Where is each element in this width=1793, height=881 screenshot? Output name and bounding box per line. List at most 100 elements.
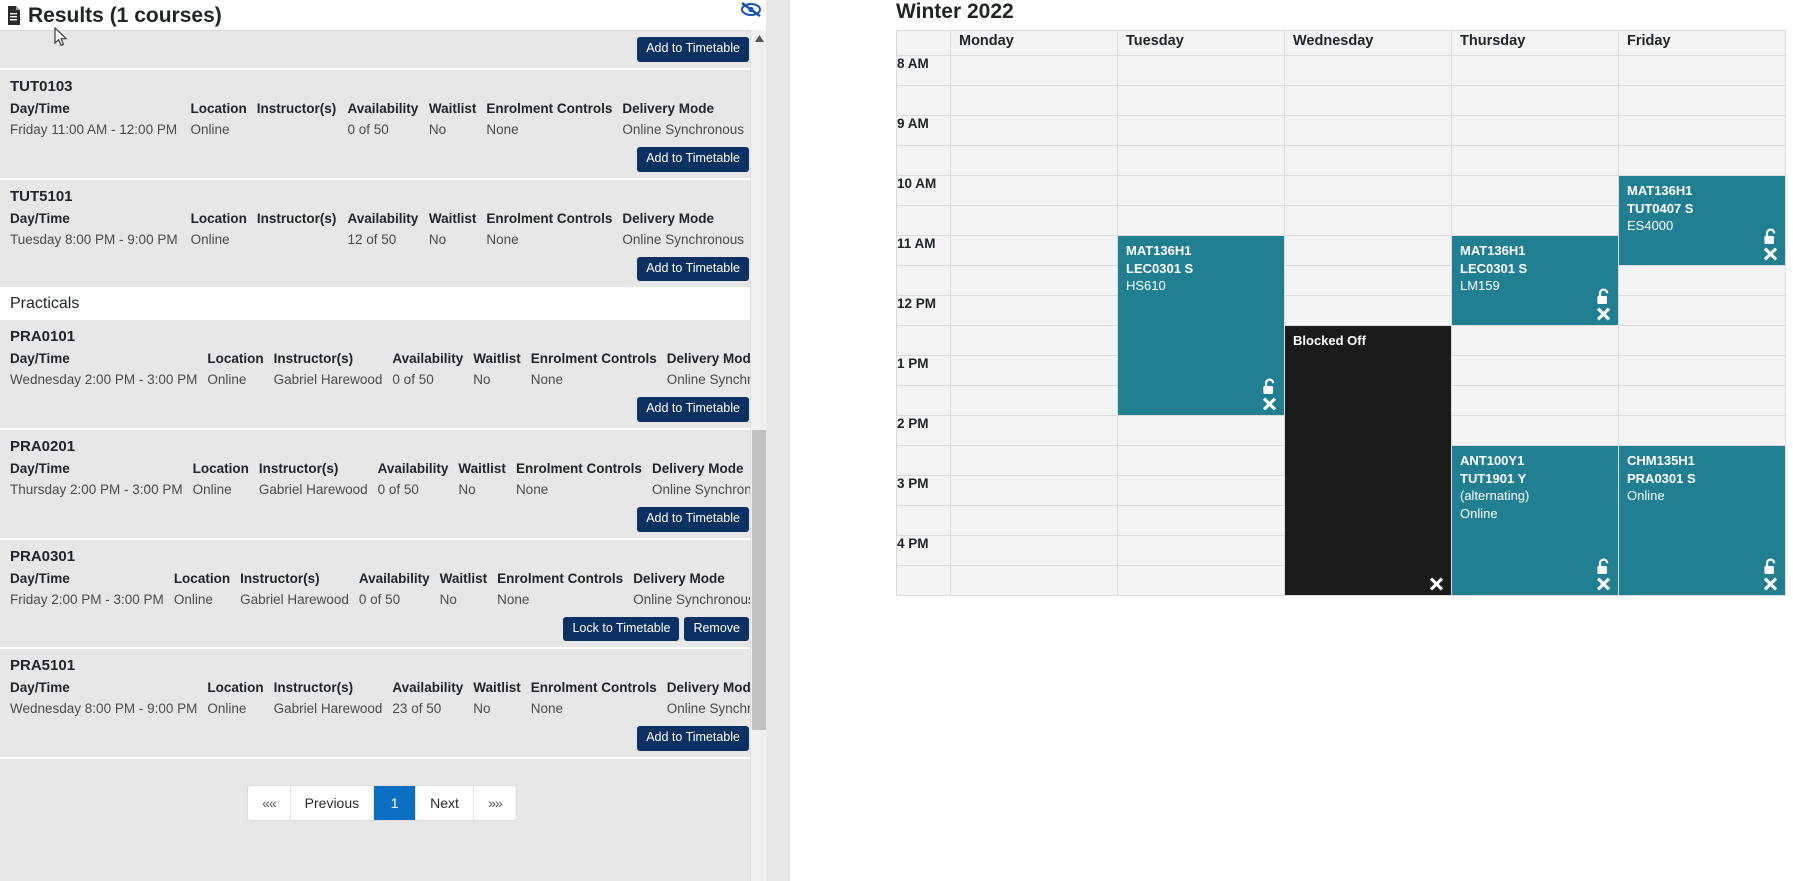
timetable-cell-friday[interactable]: [1618, 55, 1786, 87]
timetable-event[interactable]: MAT136H1 TUT0407 S ES4000: [1619, 176, 1785, 266]
remove-x-icon[interactable]: [1762, 246, 1779, 262]
timetable-cell-monday[interactable]: [950, 355, 1118, 387]
pagination-first[interactable]: ««: [248, 786, 291, 821]
timetable-cell-monday[interactable]: [950, 535, 1118, 567]
timetable-cell-tuesday[interactable]: [1117, 445, 1285, 477]
remove-x-icon[interactable]: [1595, 576, 1612, 592]
add-to-timetable-button[interactable]: Add to Timetable: [637, 506, 749, 532]
timetable-cell-friday[interactable]: [1618, 115, 1786, 147]
scroll-up-arrow-icon[interactable]: [751, 30, 767, 47]
timetable-cell-monday[interactable]: [950, 505, 1118, 537]
timetable-cell-thursday[interactable]: ANT100Y1 TUT1901 Y (alternating) Online: [1451, 445, 1619, 597]
timetable-cell-monday[interactable]: [950, 385, 1118, 417]
remove-x-icon[interactable]: [1762, 576, 1779, 592]
pagination-previous[interactable]: Previous: [290, 786, 375, 821]
timetable-cell-monday[interactable]: [950, 175, 1118, 207]
timetable-cell-tuesday[interactable]: [1117, 415, 1285, 447]
timetable-cell-wednesday[interactable]: [1284, 265, 1452, 297]
timetable-cell-thursday[interactable]: [1451, 145, 1619, 177]
pagination-page-1[interactable]: 1: [374, 786, 417, 821]
timetable-cell-friday[interactable]: MAT136H1 TUT0407 S ES4000: [1618, 175, 1786, 267]
timetable-cell-tuesday[interactable]: MAT136H1 LEC0301 S HS610: [1117, 235, 1285, 417]
add-to-timetable-button[interactable]: Add to Timetable: [637, 146, 749, 172]
remove-button[interactable]: Remove: [684, 616, 749, 642]
timetable-cell-wednesday[interactable]: [1284, 205, 1452, 237]
timetable-cell-thursday[interactable]: [1451, 415, 1619, 447]
timetable-cell-monday[interactable]: [950, 115, 1118, 147]
lock-to-timetable-button[interactable]: Lock to Timetable: [563, 616, 680, 642]
timetable-cell-thursday[interactable]: [1451, 85, 1619, 117]
timetable-cell-monday[interactable]: [950, 145, 1118, 177]
timetable-cell-wednesday[interactable]: Blocked Off: [1284, 325, 1452, 597]
timetable-cell-monday[interactable]: [950, 55, 1118, 87]
remove-x-icon[interactable]: [1428, 576, 1445, 592]
timetable-cell-wednesday[interactable]: [1284, 55, 1452, 87]
timetable-cell-monday[interactable]: [950, 85, 1118, 117]
pagination-next[interactable]: Next: [416, 786, 474, 821]
timetable-cell-friday[interactable]: [1618, 355, 1786, 387]
results-scrollbar[interactable]: [750, 30, 767, 881]
timetable-cell-wednesday[interactable]: [1284, 235, 1452, 267]
results-scroll-region[interactable]: Add to Timetable TUT0103 Day/Time Location I…: [0, 30, 790, 881]
unlock-icon[interactable]: [1595, 558, 1612, 576]
timetable-cell-thursday[interactable]: [1451, 175, 1619, 207]
timetable-event[interactable]: Blocked Off: [1285, 326, 1451, 596]
timetable-cell-tuesday[interactable]: [1117, 535, 1285, 567]
timetable-cell-tuesday[interactable]: [1117, 55, 1285, 87]
timetable-cell-monday[interactable]: [950, 205, 1118, 237]
timetable-cell-wednesday[interactable]: [1284, 115, 1452, 147]
timetable-cell-tuesday[interactable]: [1117, 505, 1285, 537]
unlock-icon[interactable]: [1762, 558, 1779, 576]
timetable-cell-monday[interactable]: [950, 415, 1118, 447]
timetable-cell-friday[interactable]: CHM135H1 PRA0301 S Online: [1618, 445, 1786, 597]
timetable-cell-thursday[interactable]: [1451, 205, 1619, 237]
timetable-cell-thursday[interactable]: [1451, 325, 1619, 357]
timetable-cell-friday[interactable]: [1618, 145, 1786, 177]
unlock-icon[interactable]: [1261, 378, 1278, 396]
timetable-cell-wednesday[interactable]: [1284, 85, 1452, 117]
unlock-icon[interactable]: [1595, 288, 1612, 306]
timetable-cell-friday[interactable]: [1618, 85, 1786, 117]
timetable-cell-wednesday[interactable]: [1284, 175, 1452, 207]
timetable-cell-tuesday[interactable]: [1117, 175, 1285, 207]
timetable-cell-monday[interactable]: [950, 295, 1118, 327]
timetable-cell-tuesday[interactable]: [1117, 565, 1285, 597]
unlock-icon[interactable]: [1762, 228, 1779, 246]
timetable-event[interactable]: MAT136H1 LEC0301 S LM159: [1452, 236, 1618, 326]
timetable-cell-tuesday[interactable]: [1117, 145, 1285, 177]
add-to-timetable-button[interactable]: Add to Timetable: [637, 256, 749, 282]
timetable-cell-thursday[interactable]: [1451, 355, 1619, 387]
timetable-cell-monday[interactable]: [950, 445, 1118, 477]
remove-x-icon[interactable]: [1595, 306, 1612, 322]
timetable-cell-monday[interactable]: [950, 265, 1118, 297]
add-to-timetable-button[interactable]: Add to Timetable: [637, 37, 749, 62]
remove-x-icon[interactable]: [1261, 396, 1278, 412]
add-to-timetable-button[interactable]: Add to Timetable: [637, 726, 749, 752]
timetable-cell-tuesday[interactable]: [1117, 205, 1285, 237]
timetable-cell-monday[interactable]: [950, 565, 1118, 597]
timetable-cell-tuesday[interactable]: [1117, 85, 1285, 117]
timetable-event[interactable]: MAT136H1 LEC0301 S HS610: [1118, 236, 1284, 416]
timetable-cell-thursday[interactable]: MAT136H1 LEC0301 S LM159: [1451, 235, 1619, 327]
timetable-cell-friday[interactable]: [1618, 415, 1786, 447]
timetable-cell-thursday[interactable]: [1451, 115, 1619, 147]
timetable-cell-friday[interactable]: [1618, 325, 1786, 357]
timetable-cell-friday[interactable]: [1618, 295, 1786, 327]
add-to-timetable-button[interactable]: Add to Timetable: [637, 397, 749, 422]
timetable-cell-thursday[interactable]: [1451, 55, 1619, 87]
timetable-cell-monday[interactable]: [950, 235, 1118, 267]
timetable-cell-wednesday[interactable]: [1284, 145, 1452, 177]
timetable-cell-monday[interactable]: [950, 325, 1118, 357]
timetable-cell-friday[interactable]: [1618, 385, 1786, 417]
cell-enrolment-controls: None: [486, 121, 519, 137]
timetable-cell-thursday[interactable]: [1451, 385, 1619, 417]
timetable-cell-friday[interactable]: [1618, 265, 1786, 297]
timetable-event[interactable]: ANT100Y1 TUT1901 Y (alternating) Online: [1452, 446, 1618, 596]
timetable-event[interactable]: CHM135H1 PRA0301 S Online: [1619, 446, 1785, 596]
timetable-cell-tuesday[interactable]: [1117, 475, 1285, 507]
pagination-last[interactable]: »»: [473, 786, 516, 821]
timetable-cell-monday[interactable]: [950, 475, 1118, 507]
timetable-cell-wednesday[interactable]: [1284, 295, 1452, 327]
timetable-cell-tuesday[interactable]: [1117, 115, 1285, 147]
scrollbar-thumb[interactable]: [752, 430, 766, 730]
